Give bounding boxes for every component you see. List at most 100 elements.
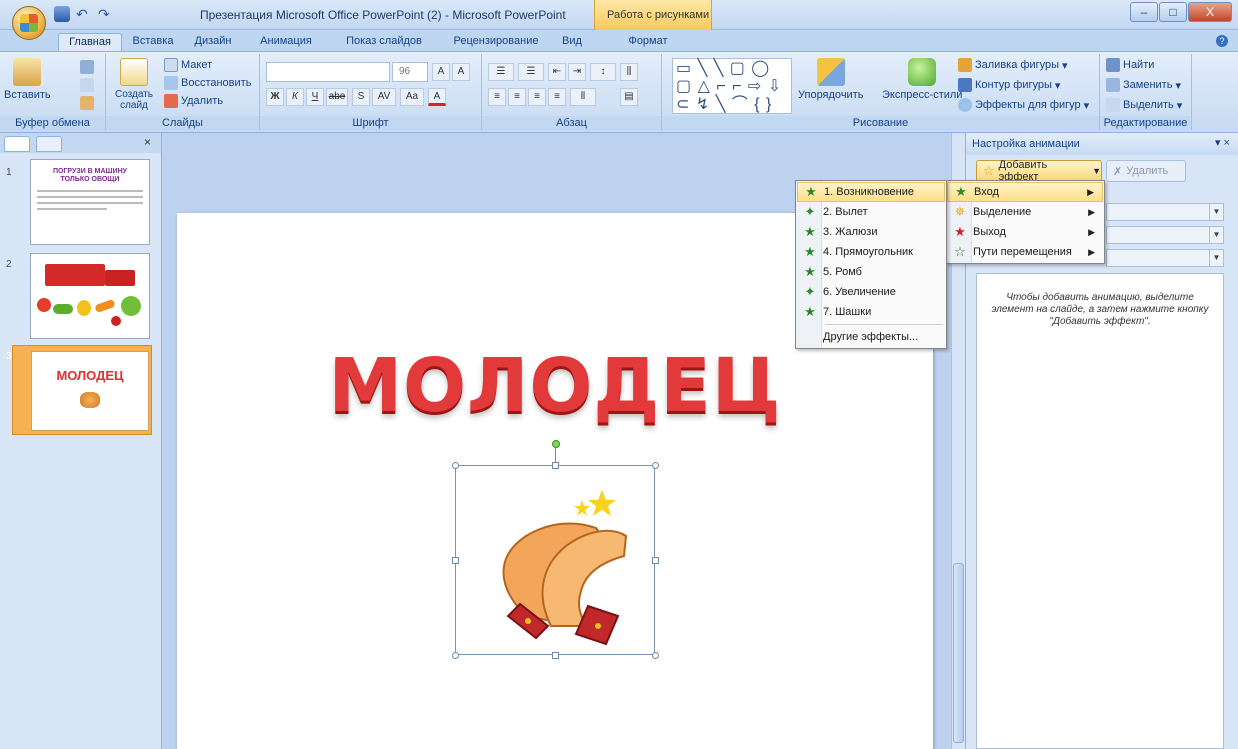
line-spacing-button[interactable]: ↕ [590, 63, 616, 81]
speed-combo[interactable]: ▼ [1106, 249, 1224, 267]
quick-styles-button[interactable]: Экспресс-стили [882, 58, 962, 101]
menu-item-zoom[interactable]: ✦ 6. Увеличение [797, 282, 945, 302]
slides-tab[interactable] [4, 136, 30, 152]
strikethrough-button[interactable]: abe [326, 88, 348, 106]
start-combo[interactable]: ▼ [1106, 203, 1224, 221]
font-name-combo[interactable] [266, 62, 390, 82]
menu-item-checkerboard[interactable]: ★ 7. Шашки [797, 302, 945, 322]
menu-item-box[interactable]: ★ 4. Прямоугольник [797, 242, 945, 262]
close-icon[interactable]: × [144, 135, 151, 149]
menu-item-emphasis[interactable]: ✵ Выделение ▶ [947, 202, 1103, 222]
smartart-button[interactable]: ▤ [620, 88, 638, 106]
undo-icon[interactable]: ↶ [76, 6, 92, 22]
shape-fill-button[interactable]: Заливка фигуры ▾ [958, 58, 1068, 72]
shape-outline-button[interactable]: Контур фигуры ▾ [958, 78, 1060, 92]
shape-effects-button[interactable]: Эффекты для фигур ▾ [958, 98, 1089, 112]
align-left-button[interactable]: ≡ [488, 88, 506, 106]
bold-button[interactable]: Ж [266, 88, 284, 106]
new-slide-button[interactable]: Создать слайд [114, 58, 154, 111]
cut-icon[interactable] [80, 60, 94, 74]
star-icon: ☆ [983, 163, 995, 178]
save-icon[interactable] [54, 6, 70, 22]
scrollbar-thumb[interactable] [953, 563, 964, 743]
align-center-button[interactable]: ≡ [508, 88, 526, 106]
menu-item-appear[interactable]: ★ 1. Возникновение [797, 182, 945, 202]
help-icon[interactable]: ? [1216, 35, 1228, 47]
change-case-button[interactable]: Aa [400, 88, 424, 106]
property-combo[interactable]: ▼ [1106, 226, 1224, 244]
menu-item-exit[interactable]: ★ Выход ▶ [947, 222, 1103, 242]
menu-item-fly-in[interactable]: ✦ 2. Вылет [797, 202, 945, 222]
reset-button[interactable]: Восстановить [164, 76, 251, 90]
slide-title[interactable]: МОЛОДЕЦ [177, 343, 933, 429]
slide-thumbnail-2[interactable] [30, 253, 150, 339]
tab-review[interactable]: Рецензирование [444, 33, 548, 51]
menu-item-diamond[interactable]: ★ 5. Ромб [797, 262, 945, 282]
shape-effects-icon [958, 98, 972, 112]
office-button[interactable] [12, 6, 46, 40]
selected-picture[interactable] [452, 440, 659, 659]
tab-view[interactable]: Вид [556, 33, 588, 51]
font-size-combo[interactable]: 96 [392, 62, 428, 82]
columns-button[interactable]: ⫴ [570, 88, 596, 106]
animation-list[interactable]: Чтобы добавить анимацию, выделите элемен… [976, 273, 1224, 749]
fly-in-icon: ✦ [804, 204, 816, 219]
format-painter-icon[interactable] [80, 96, 94, 110]
find-button[interactable]: Найти [1106, 58, 1154, 72]
layout-button[interactable]: Макет [164, 58, 212, 72]
arrange-button[interactable]: Упорядочить [798, 58, 863, 101]
pane-close-icon[interactable]: ▾ × [1215, 136, 1230, 149]
tab-design[interactable]: Дизайн [186, 33, 240, 51]
remove-effect-button: ✗ Удалить [1106, 160, 1186, 182]
text-direction-button[interactable]: ⫼ [620, 63, 638, 81]
select-button[interactable]: Выделить ▾ [1106, 98, 1182, 112]
shrink-font-button[interactable]: A [452, 63, 470, 81]
align-right-button[interactable]: ≡ [528, 88, 546, 106]
font-color-button[interactable]: A [428, 88, 446, 106]
delete-slide-button[interactable]: Удалить [164, 94, 223, 108]
pear-icon [77, 300, 91, 316]
chevron-right-icon: ▶ [1088, 246, 1095, 257]
paste-icon [13, 58, 42, 86]
increase-indent-button[interactable]: ⇥ [568, 63, 586, 81]
shapes-gallery[interactable]: ▭ ╲ ╲ ▢ ◯ ▢ △ ⌐ ⌐ ⇨ ⇩ ⊂ ↯ ╲ ⌒ { } ☆ [672, 58, 792, 131]
bullets-button[interactable]: ☰ [488, 63, 514, 81]
slides-group: Создать слайд Макет Восстановить Удалить… [106, 54, 260, 130]
outline-tab[interactable] [36, 136, 62, 152]
copy-icon[interactable] [80, 78, 94, 92]
shape-fill-icon [958, 58, 972, 72]
underline-button[interactable]: Ч [306, 88, 324, 106]
slide-number: 3 [6, 351, 12, 362]
yellow-star-icon: ✵ [954, 204, 966, 219]
char-spacing-button[interactable]: AV [372, 88, 396, 106]
rotation-handle[interactable] [552, 440, 560, 448]
shadow-button[interactable]: S [352, 88, 370, 106]
grow-font-button[interactable]: A [432, 63, 450, 81]
italic-button[interactable]: К [286, 88, 304, 106]
numbering-button[interactable]: ☰ [518, 63, 544, 81]
redo-icon[interactable]: ↷ [98, 6, 114, 22]
chevron-down-icon: ▼ [1209, 250, 1223, 266]
minimize-button[interactable]: – [1130, 2, 1158, 22]
tab-home[interactable]: Главная [58, 33, 122, 51]
replace-button[interactable]: Заменить ▾ [1106, 78, 1181, 92]
tab-slideshow[interactable]: Показ слайдов [336, 33, 432, 51]
close-button[interactable]: X [1188, 2, 1232, 22]
clipboard-group-label: Буфер обмена [0, 116, 105, 130]
menu-item-motion-paths[interactable]: ☆ Пути перемещения ▶ [947, 242, 1103, 262]
slide-thumbnail-1[interactable]: ПОГРУЗИ В МАШИНУ ТОЛЬКО ОВОЩИ [30, 159, 150, 245]
add-effect-button[interactable]: ☆ Добавить эффект ▼ [976, 159, 1102, 183]
slide-number: 2 [6, 259, 12, 270]
delete-slide-icon [164, 94, 178, 108]
tab-animation[interactable]: Анимация [252, 33, 320, 51]
tab-insert[interactable]: Вставка [128, 33, 178, 51]
menu-item-more-effects[interactable]: Другие эффекты... [797, 327, 945, 347]
maximize-button[interactable]: □ [1159, 2, 1187, 22]
tab-format[interactable]: Формат [616, 33, 680, 51]
paste-button[interactable]: Вставить [4, 58, 51, 101]
slide-thumbnail-3[interactable]: МОЛОДЕЦ [12, 345, 152, 435]
menu-item-entrance[interactable]: ★ Вход ▶ [947, 182, 1103, 202]
menu-item-blinds[interactable]: ★ 3. Жалюзи [797, 222, 945, 242]
decrease-indent-button[interactable]: ⇤ [548, 63, 566, 81]
justify-button[interactable]: ≡ [548, 88, 566, 106]
